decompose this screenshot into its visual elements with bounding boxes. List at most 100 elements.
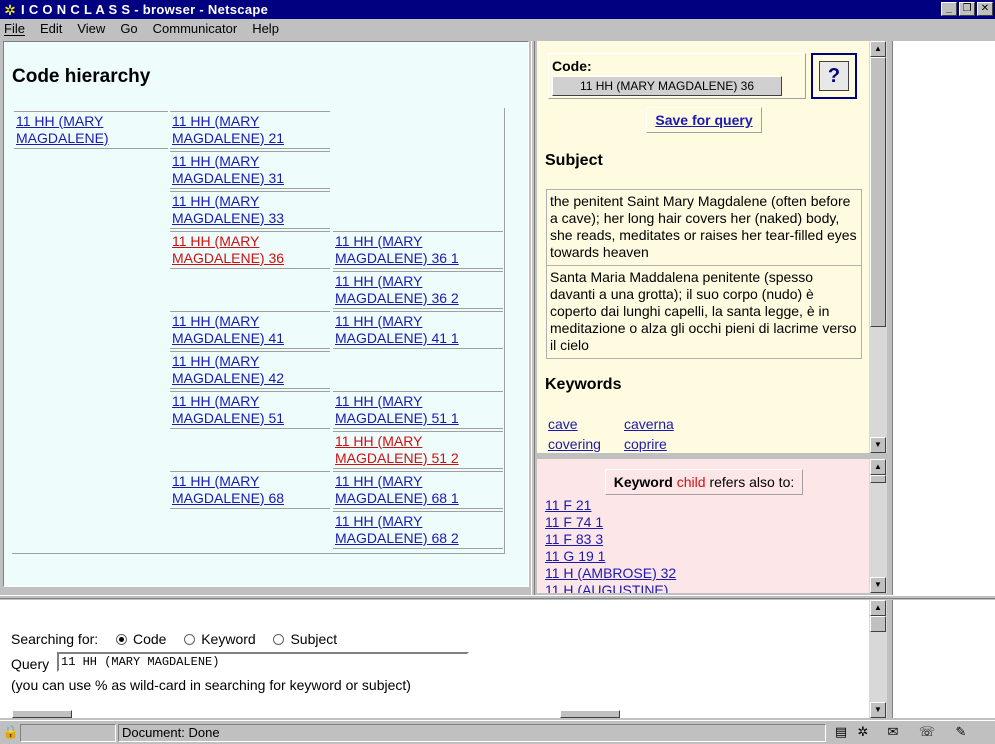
code-link[interactable]: 11 HH (MARY MAGDALENE) 42 bbox=[172, 353, 284, 386]
query-hint: (you can use % as wild-card in searching… bbox=[11, 677, 411, 693]
ref-link[interactable]: 11 F 74 1 bbox=[545, 514, 676, 531]
security-lock-icon[interactable]: 🔒 bbox=[2, 724, 20, 740]
search-options: Searching for: Code Keyword Subject bbox=[11, 631, 337, 647]
hierarchy-level3-row: 11 HH (MARY MAGDALENE) 41 1 bbox=[333, 311, 503, 349]
subject-box: the penitent Saint Mary Magdalene (often… bbox=[546, 189, 862, 359]
radio-subject-label: Subject bbox=[290, 631, 338, 647]
code-label: Code: bbox=[552, 58, 592, 74]
scroll-up-arrow-icon[interactable]: ▲ bbox=[870, 459, 886, 475]
frame-splitter-vertical[interactable] bbox=[531, 41, 535, 595]
subject-english: the penitent Saint Mary Magdalene (often… bbox=[550, 193, 857, 260]
menu-help[interactable]: Help bbox=[252, 21, 279, 36]
query-frame: Searching for: Code Keyword Subject Quer… bbox=[0, 600, 869, 718]
hierarchy-right-border bbox=[504, 108, 505, 554]
menu-communicator[interactable]: Communicator bbox=[153, 21, 238, 36]
code-link[interactable]: 11 HH (MARY MAGDALENE) 68 bbox=[172, 473, 284, 506]
code-link[interactable]: 11 HH (MARY MAGDALENE) 41 1 bbox=[335, 313, 459, 346]
keywords-heading: Keywords bbox=[545, 376, 622, 393]
code-link[interactable]: 11 HH (MARY MAGDALENE) 36 2 bbox=[335, 273, 459, 306]
hierarchy-level3-row-highlighted: 11 HH (MARY MAGDALENE) 51 2 bbox=[333, 431, 503, 469]
code-box: Code: 11 HH (MARY MAGDALENE) 36 bbox=[548, 53, 806, 99]
scroll-thumb[interactable] bbox=[870, 57, 886, 327]
status-text: Document: Done bbox=[118, 724, 826, 742]
code-link[interactable]: 11 HH (MARY MAGDALENE) 31 bbox=[172, 153, 284, 186]
sidebar-icon[interactable]: ▤ bbox=[832, 724, 850, 740]
hierarchy-level3-row: 11 HH (MARY MAGDALENE) 68 2 bbox=[333, 511, 503, 549]
navigator-icon[interactable]: ✲ bbox=[854, 724, 872, 740]
discussion-icon[interactable]: ☏ bbox=[918, 724, 936, 740]
hierarchy-level3-row: 11 HH (MARY MAGDALENE) 36 2 bbox=[333, 271, 503, 309]
ref-link[interactable]: 11 G 19 1 bbox=[545, 548, 676, 565]
scroll-up-arrow-icon[interactable]: ▲ bbox=[870, 600, 886, 616]
keyword-link[interactable]: cave bbox=[548, 416, 578, 432]
hierarchy-bottom-border bbox=[12, 553, 505, 554]
code-link-selected[interactable]: 11 HH (MARY MAGDALENE) 36 bbox=[172, 233, 284, 266]
ref-link[interactable]: 11 F 83 3 bbox=[545, 531, 676, 548]
scroll-up-arrow-icon[interactable]: ▲ bbox=[870, 41, 886, 57]
code-link-highlighted[interactable]: 11 HH (MARY MAGDALENE) 51 2 bbox=[335, 433, 459, 466]
right-blank-frame bbox=[892, 41, 995, 595]
window-title: I C O N C L A S S - browser - Netscape bbox=[21, 2, 269, 17]
code-link[interactable]: 11 HH (MARY MAGDALENE) 51 1 bbox=[335, 393, 459, 426]
keyword-link[interactable]: caverna bbox=[624, 416, 674, 432]
radio-keyword[interactable] bbox=[184, 634, 196, 645]
keyword-it: coprire bbox=[624, 436, 667, 453]
menu-file[interactable]: File bbox=[4, 21, 25, 36]
detail-scrollbar[interactable]: ▲ ▼ bbox=[869, 41, 887, 453]
menu-go[interactable]: Go bbox=[120, 21, 137, 36]
scroll-down-arrow-icon[interactable]: ▼ bbox=[870, 577, 886, 593]
hierarchy-root: 11 HH (MARY MAGDALENE) bbox=[14, 111, 168, 149]
netscape-icon: ✲ bbox=[4, 1, 16, 18]
menu-bar: File Edit View Go Communicator Help bbox=[0, 19, 995, 38]
maximize-button[interactable]: ❐ bbox=[959, 2, 975, 16]
menu-edit[interactable]: Edit bbox=[40, 21, 62, 36]
query-input[interactable]: 11 HH (MARY MAGDALENE) bbox=[57, 652, 469, 672]
help-button[interactable]: ? bbox=[811, 53, 857, 99]
code-value: 11 HH (MARY MAGDALENE) 36 bbox=[552, 76, 782, 96]
keyword-refs-keyword: child bbox=[676, 474, 706, 490]
save-for-query-button[interactable]: Save for query bbox=[646, 107, 762, 133]
minimize-button[interactable]: _ bbox=[941, 2, 957, 16]
keyword-refs-prefix: Keyword bbox=[613, 474, 673, 490]
menu-view[interactable]: View bbox=[77, 21, 105, 36]
ref-link[interactable]: 11 H (AMBROSE) 32 bbox=[545, 565, 676, 582]
mailbox-icon[interactable]: ✉ bbox=[884, 724, 902, 740]
scroll-down-arrow-icon[interactable]: ▼ bbox=[870, 437, 886, 453]
composer-icon[interactable]: ✎ bbox=[952, 724, 970, 740]
code-link[interactable]: 11 HH (MARY MAGDALENE) 68 1 bbox=[335, 473, 459, 506]
hierarchy-level3-row: 11 HH (MARY MAGDALENE) 36 1 bbox=[333, 231, 503, 269]
query-right-blank-frame bbox=[892, 600, 995, 718]
ref-link[interactable]: 11 F 21 bbox=[545, 497, 676, 514]
ref-link[interactable]: 11 H (AUGUSTINE) bbox=[545, 582, 676, 593]
status-bar: 🔒 Document: Done ▤ ✲ ✉ ☏ ✎ bbox=[0, 720, 995, 744]
code-link[interactable]: 11 HH (MARY MAGDALENE) 36 1 bbox=[335, 233, 459, 266]
close-button[interactable]: ✕ bbox=[977, 2, 993, 16]
code-link[interactable]: 11 HH (MARY MAGDALENE) 41 bbox=[172, 313, 284, 346]
keyword-refs-suffix: refers also to: bbox=[709, 474, 795, 490]
code-link[interactable]: 11 HH (MARY MAGDALENE) bbox=[16, 113, 109, 146]
scroll-thumb[interactable] bbox=[870, 475, 886, 483]
detail-frame: Code: 11 HH (MARY MAGDALENE) 36 ? Save f… bbox=[537, 41, 869, 453]
query-scrollbar[interactable]: ▲ ▼ bbox=[869, 600, 887, 718]
hierarchy-level2-row: 11 HH (MARY MAGDALENE) 41 bbox=[170, 311, 330, 349]
radio-subject[interactable] bbox=[273, 634, 285, 645]
keyword-refs-scrollbar[interactable]: ▲ ▼ bbox=[869, 459, 887, 593]
hierarchy-level2-row-selected: 11 HH (MARY MAGDALENE) 36 bbox=[170, 231, 330, 269]
code-link[interactable]: 11 HH (MARY MAGDALENE) 21 bbox=[172, 113, 284, 146]
radio-code-label: Code bbox=[132, 631, 167, 647]
horizontal-scroll-stub[interactable] bbox=[560, 710, 620, 718]
hierarchy-level3-row: 11 HH (MARY MAGDALENE) 68 1 bbox=[333, 471, 503, 509]
scroll-down-arrow-icon[interactable]: ▼ bbox=[870, 702, 886, 718]
keyword-link[interactable]: covering bbox=[548, 436, 601, 452]
hierarchy-level2-row: 11 HH (MARY MAGDALENE) 21 bbox=[170, 111, 330, 149]
title-bar: ✲ I C O N C L A S S - browser - Netscape… bbox=[0, 0, 995, 19]
frame-splitter-horizontal[interactable] bbox=[0, 595, 995, 599]
scroll-thumb[interactable] bbox=[870, 616, 886, 632]
radio-code[interactable] bbox=[115, 634, 127, 645]
keyword-link[interactable]: coprire bbox=[624, 436, 667, 452]
query-label: Query bbox=[11, 656, 50, 672]
code-link[interactable]: 11 HH (MARY MAGDALENE) 68 2 bbox=[335, 513, 459, 546]
code-link[interactable]: 11 HH (MARY MAGDALENE) 51 bbox=[172, 393, 284, 426]
horizontal-scroll-stub[interactable] bbox=[12, 710, 72, 718]
code-link[interactable]: 11 HH (MARY MAGDALENE) 33 bbox=[172, 193, 284, 226]
